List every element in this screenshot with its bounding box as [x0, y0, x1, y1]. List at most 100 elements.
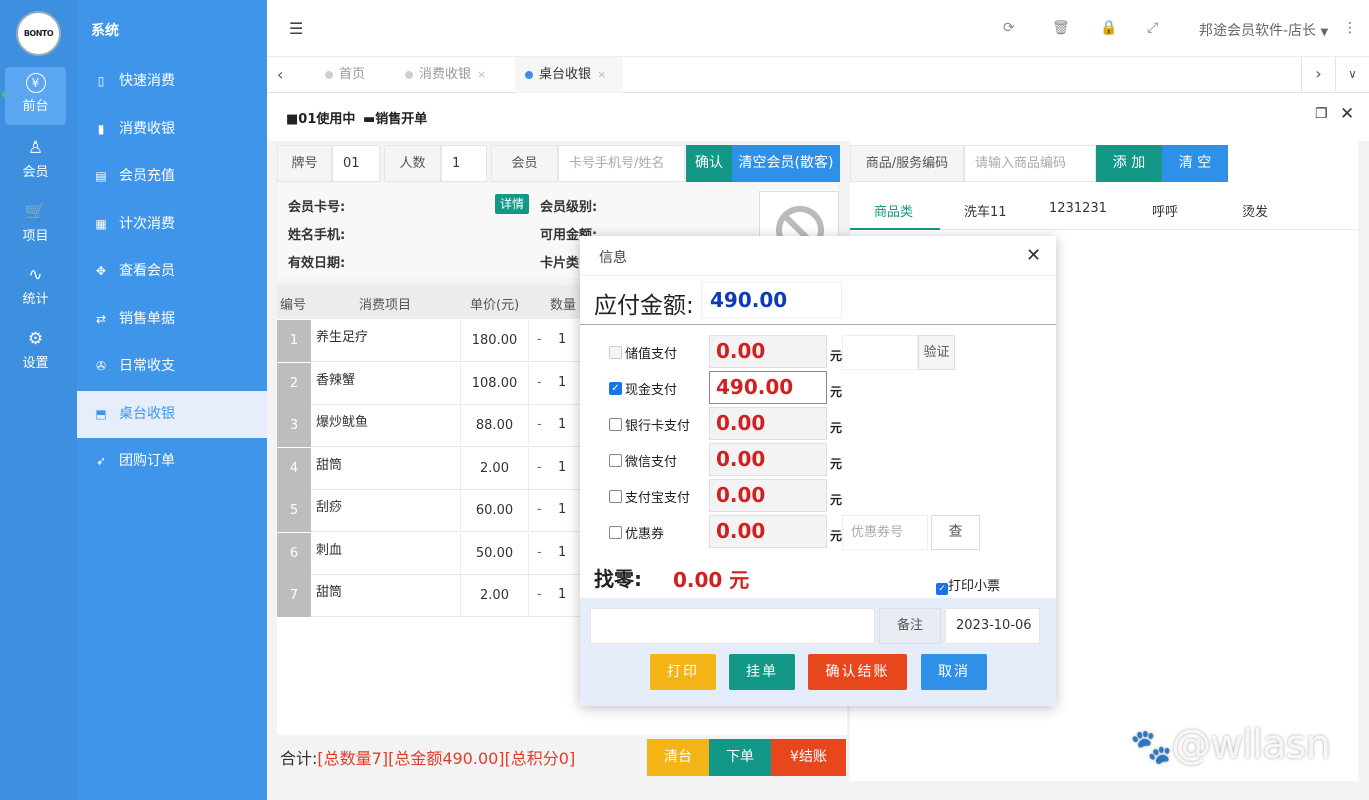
category-tab[interactable]: 商品类: [874, 201, 913, 220]
row-qty[interactable]: 1: [558, 587, 566, 602]
product-code-input[interactable]: 请输入商品编码: [964, 145, 1096, 182]
stored-value-password-input[interactable]: [842, 335, 918, 370]
wechat-checkbox[interactable]: [609, 454, 622, 467]
menu-item-view-member[interactable]: ✥ 查看会员: [77, 248, 267, 295]
rail-label: 前台: [22, 99, 49, 114]
row-qty[interactable]: 1: [558, 375, 566, 390]
cart-icon: 🛒: [24, 202, 47, 222]
alipay-checkbox[interactable]: [609, 490, 622, 503]
tab-prev-icon[interactable]: ‹: [277, 65, 283, 84]
tab-label: 桌台收银: [539, 67, 592, 82]
pay-label: 支付宝支付: [625, 491, 691, 506]
member-confirm-button[interactable]: 确认: [686, 145, 732, 182]
bank-card-checkbox[interactable]: [609, 418, 622, 431]
qty-minus[interactable]: -: [537, 332, 542, 347]
menu-item-daily-finance[interactable]: ✇ 日常收支: [77, 343, 267, 390]
remark-input[interactable]: [590, 608, 875, 644]
rail-item-project[interactable]: 🛒 项目: [5, 195, 66, 253]
row-qty[interactable]: 1: [558, 460, 566, 475]
clear-product-button[interactable]: 清 空: [1162, 145, 1228, 182]
pay-row-bank-card: 银行卡支付 0.00 元: [596, 407, 1054, 441]
coupon-checkbox[interactable]: [609, 526, 622, 539]
coupon-amount[interactable]: 0.00: [709, 515, 827, 548]
print-receipt-option[interactable]: ✓ 打印小票: [936, 575, 1000, 595]
card-icon: ▤: [95, 169, 107, 183]
pay-label: 微信支付: [625, 455, 678, 470]
stored-value-amount[interactable]: 0.00: [709, 335, 827, 368]
menu-item-member-recharge[interactable]: ▤ 会员充值: [77, 153, 267, 200]
tab-next-icon[interactable]: ›: [1301, 57, 1335, 93]
menu-item-sales-doc[interactable]: ⇄ 销售单据: [77, 296, 267, 343]
close-panel-icon[interactable]: ✕: [1340, 104, 1354, 124]
cash-amount-input[interactable]: 490.00: [709, 371, 827, 404]
qty-minus[interactable]: -: [537, 375, 542, 390]
trash-icon[interactable]: 🗑: [1052, 20, 1070, 36]
qty-minus[interactable]: -: [537, 460, 542, 475]
menu-label: 消费收银: [119, 121, 175, 137]
lock-icon[interactable]: 🔒: [1100, 20, 1117, 36]
row-qty[interactable]: 1: [558, 502, 566, 517]
tab-home[interactable]: 首页: [325, 57, 395, 93]
row-qty[interactable]: 1: [558, 417, 566, 432]
member-detail-button[interactable]: 详情: [495, 194, 529, 214]
confirm-checkout-button[interactable]: 确认结账: [808, 654, 907, 690]
cash-checkbox[interactable]: ✓: [609, 382, 622, 395]
rail-item-member[interactable]: ♙ 会员: [5, 131, 66, 189]
refresh-icon[interactable]: ⟳: [1003, 20, 1015, 36]
verify-button[interactable]: 验证: [918, 335, 955, 370]
member-search-input[interactable]: 卡号手机号/姓名: [558, 145, 685, 182]
coupon-query-button[interactable]: 查: [931, 515, 980, 550]
clear-table-button[interactable]: 清台: [647, 739, 709, 776]
user-menu[interactable]: 邦途会员软件-店长 ▼: [1199, 20, 1328, 40]
close-icon[interactable]: ×: [597, 68, 606, 81]
rail-item-stats[interactable]: ∿ 统计: [5, 258, 66, 316]
col-item: 消费项目: [359, 298, 412, 313]
qty-minus[interactable]: -: [537, 587, 542, 602]
wechat-amount[interactable]: 0.00: [709, 443, 827, 476]
logo-text: BONTO: [23, 29, 54, 38]
tab-table-cashier[interactable]: 桌台收银 ×: [515, 57, 623, 93]
stored-value-checkbox[interactable]: [609, 346, 622, 359]
rail-item-settings[interactable]: ⚙ 设置: [5, 322, 66, 380]
category-tab[interactable]: 1231231: [1049, 201, 1107, 216]
clear-member-button[interactable]: 清空会员(散客): [732, 145, 840, 182]
menu-item-group-order[interactable]: ➶ 团购订单: [77, 438, 267, 485]
menu-item-table-cashier[interactable]: ⬒ 桌台收银: [77, 391, 267, 438]
menu-item-consume-cashier[interactable]: ▮ 消费收银: [77, 106, 267, 153]
alipay-amount[interactable]: 0.00: [709, 479, 827, 512]
coupon-no-input[interactable]: 优惠券号: [842, 515, 928, 550]
rail-item-frontdesk[interactable]: ¥ 前台: [5, 67, 66, 125]
add-product-button[interactable]: 添 加: [1096, 145, 1162, 182]
menu-item-quick-consume[interactable]: ▯ 快速消费: [77, 58, 267, 105]
qty-minus[interactable]: -: [537, 502, 542, 517]
category-tab[interactable]: 洗车11: [964, 201, 1007, 220]
qty-minus[interactable]: -: [537, 417, 542, 432]
place-order-button[interactable]: 下单: [709, 739, 771, 776]
row-qty[interactable]: 1: [558, 545, 566, 560]
menu-label: 快速消费: [119, 73, 175, 89]
restore-window-icon[interactable]: ❐: [1315, 106, 1328, 122]
date-input[interactable]: 2023-10-06: [945, 608, 1040, 644]
menu-item-count-consume[interactable]: ▦ 计次消费: [77, 201, 267, 248]
print-button[interactable]: 打印: [650, 654, 716, 690]
people-input[interactable]: 1: [441, 145, 487, 182]
bank-card-amount[interactable]: 0.00: [709, 407, 827, 440]
qty-minus[interactable]: -: [537, 545, 542, 560]
row-no: 2: [277, 363, 311, 405]
print-receipt-checkbox[interactable]: ✓: [936, 583, 948, 595]
hold-order-button[interactable]: 挂单: [729, 654, 795, 690]
row-qty[interactable]: 1: [558, 332, 566, 347]
menu-icon[interactable]: ☰: [289, 19, 303, 38]
work-header: ■01使用中 ▬销售开单 ❐ ✕: [267, 93, 1369, 141]
table-no-input[interactable]: 01: [332, 145, 380, 182]
category-tab[interactable]: 呼呼: [1152, 201, 1178, 220]
cancel-button[interactable]: 取消: [921, 654, 987, 690]
fullscreen-icon[interactable]: ⤢: [1147, 20, 1158, 36]
more-icon[interactable]: ⋮: [1343, 20, 1357, 36]
tab-consume-cashier[interactable]: 消费收银 ×: [405, 57, 509, 93]
close-icon[interactable]: ×: [477, 68, 486, 81]
tab-dropdown-icon[interactable]: ∨: [1335, 57, 1369, 93]
category-tab[interactable]: 烫发: [1242, 201, 1268, 220]
dialog-close-icon[interactable]: ✕: [1026, 245, 1041, 266]
checkout-button[interactable]: ¥结账: [771, 739, 846, 776]
